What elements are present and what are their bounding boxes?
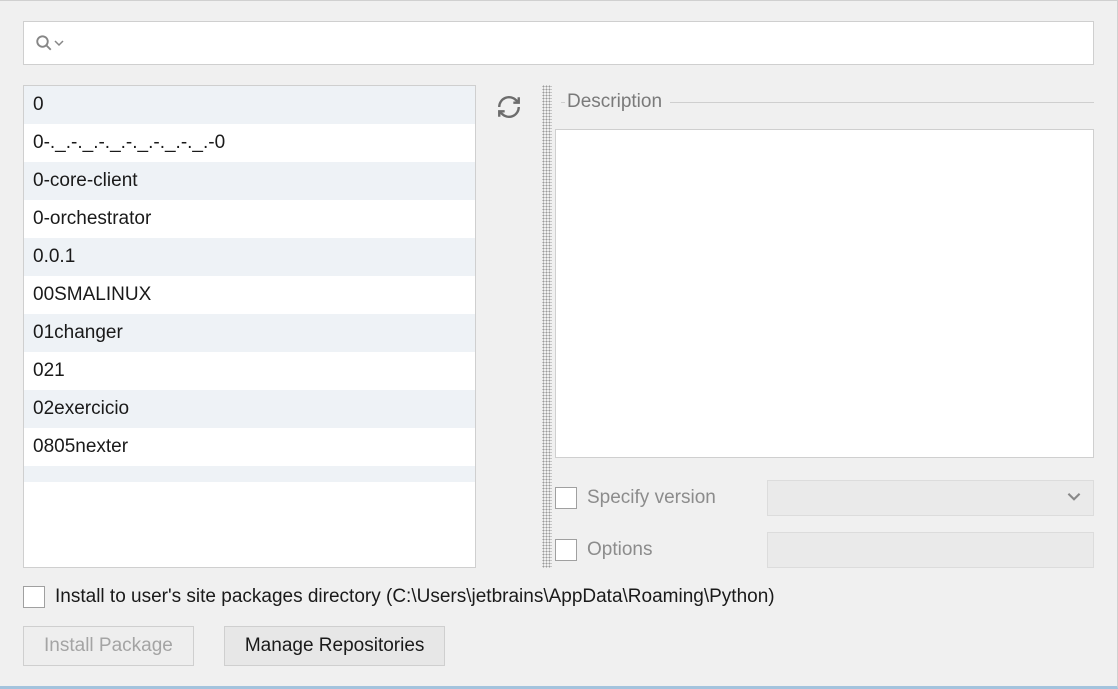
options-field[interactable] [767,532,1094,568]
description-header: Description [555,91,1094,113]
refresh-button[interactable] [495,93,523,121]
splitter-handle[interactable] [542,85,552,568]
list-item[interactable]: 02exercicio [24,390,475,428]
manage-repositories-button[interactable]: Manage Repositories [224,626,446,666]
refresh-column [476,85,542,568]
list-item[interactable]: 0-core-client [24,162,475,200]
specify-version-checkbox[interactable] [555,487,577,509]
package-list-column: 0 0-._.-._.-._.-._.-._.-._.-0 0-core-cli… [23,85,476,568]
list-item[interactable]: 021 [24,352,475,390]
list-item[interactable] [24,466,475,482]
install-user-site-checkbox[interactable] [23,586,45,608]
package-list[interactable]: 0 0-._.-._.-._.-._.-._.-._.-0 0-core-cli… [23,85,476,568]
list-item[interactable]: 0.0.1 [24,238,475,276]
install-user-site-label: Install to user's site packages director… [55,586,775,608]
chevron-down-icon [54,38,64,48]
install-user-site-row: Install to user's site packages director… [23,586,1094,608]
options-label: Options [587,539,747,561]
button-row: Install Package Manage Repositories [23,626,1094,666]
list-item[interactable]: 0 [24,86,475,124]
specify-version-row: Specify version [555,480,1094,516]
search-input[interactable] [23,21,1094,65]
description-label: Description [565,91,664,113]
chevron-down-icon [1067,488,1081,509]
search-icon [35,34,64,52]
search-field-wrapper [23,21,1094,65]
detail-column: Description Specify version Options [552,85,1094,568]
available-packages-panel: 0 0-._.-._.-._.-._.-._.-._.-0 0-core-cli… [0,0,1118,689]
refresh-icon [496,94,522,120]
list-item[interactable]: 0-orchestrator [24,200,475,238]
middle-area: 0 0-._.-._.-._.-._.-._.-._.-0 0-core-cli… [23,85,1094,568]
list-item[interactable]: 00SMALINUX [24,276,475,314]
specify-version-label: Specify version [587,487,747,509]
list-item[interactable]: 01changer [24,314,475,352]
list-item[interactable]: 0-._.-._.-._.-._.-._.-._.-0 [24,124,475,162]
install-package-button[interactable]: Install Package [23,626,194,666]
version-select[interactable] [767,480,1094,516]
description-text [555,129,1094,458]
list-item[interactable]: 0805nexter [24,428,475,466]
options-row: Options [555,532,1094,568]
options-checkbox[interactable] [555,539,577,561]
